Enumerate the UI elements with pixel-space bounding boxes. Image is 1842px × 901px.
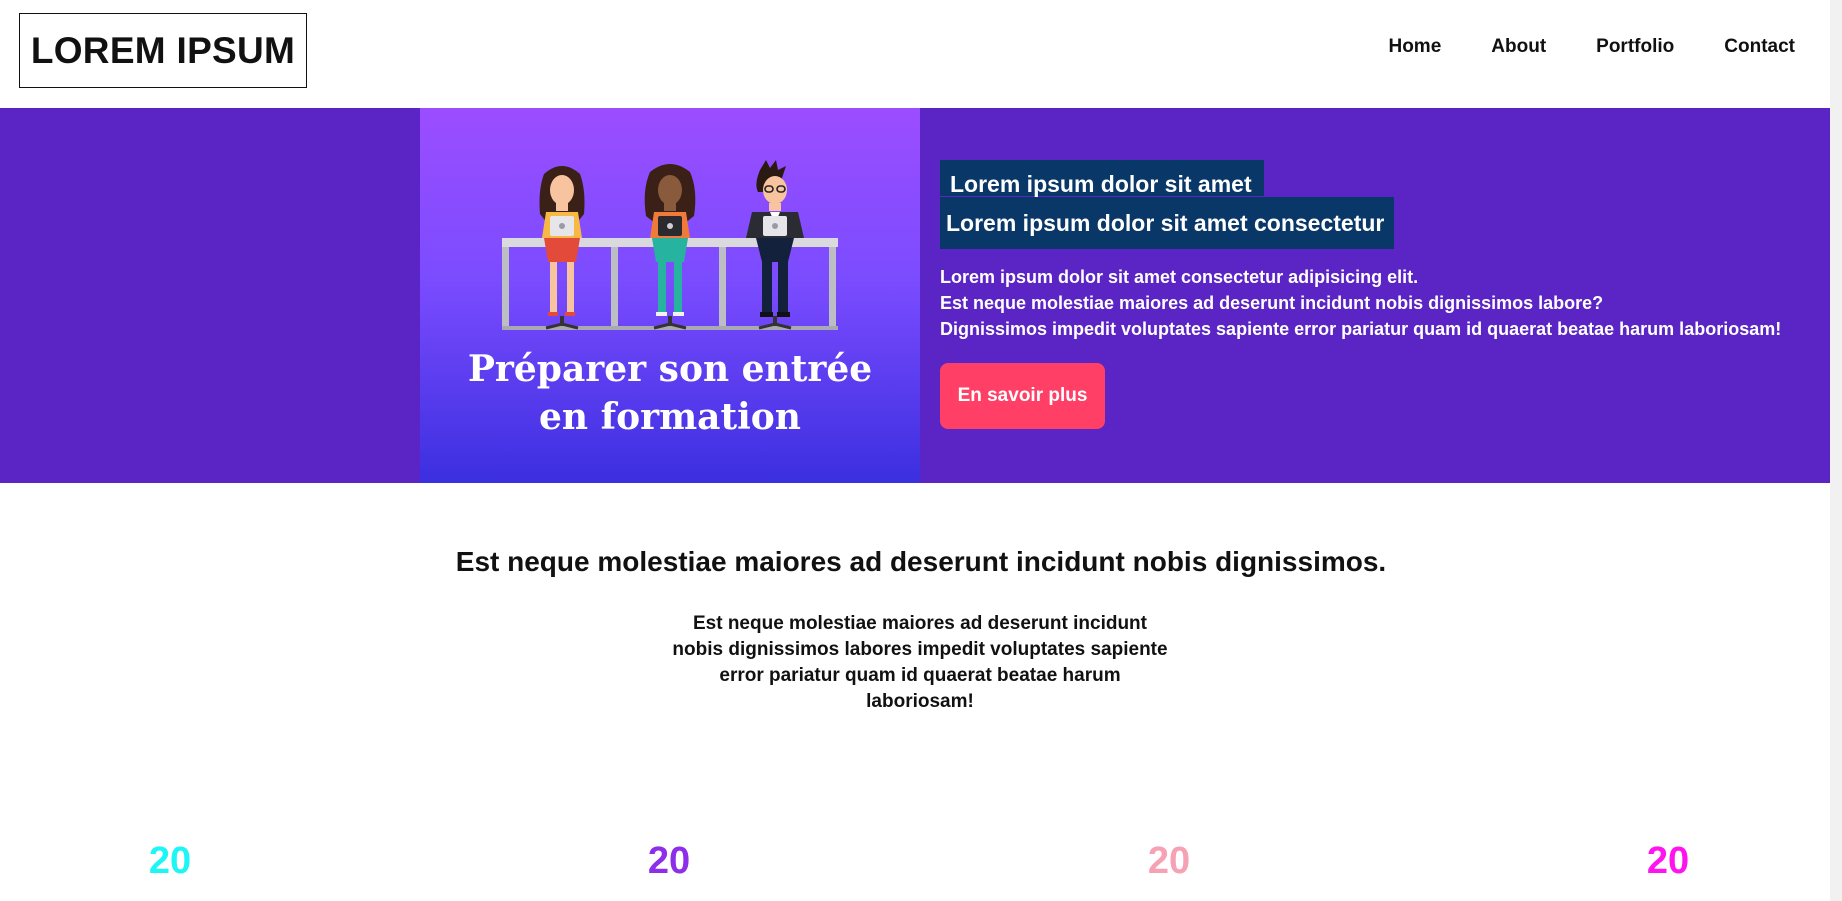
stat-value-2: 20 [647,840,691,882]
nav-link-portfolio[interactable]: Portfolio [1596,36,1674,58]
stats-row: 20 20 20 20 [0,840,1842,890]
section-text-line: nobis dignissimos labores impedit volupt… [672,639,1168,660]
hero-image-caption: Préparer son entrée en formation [420,345,920,441]
learn-more-button[interactable]: En savoir plus [940,363,1105,429]
stat-value-1: 20 [148,840,192,882]
stat-value-4: 20 [1646,840,1690,882]
hero-banner: Préparer son entrée en formation Lorem i… [0,108,1842,483]
main-nav: Home About Portfolio Contact [1388,36,1795,58]
hero-paragraph-line: Lorem ipsum dolor sit amet consectetur a… [940,267,1419,287]
section-text-line: laboriosam! [866,691,974,712]
section-text-line: error pariatur quam id quaerat beatae ha… [719,665,1121,686]
section-text: Est neque molestiae maiores ad deserunt … [660,611,1180,715]
hero-caption-line1: Préparer son entrée [467,348,873,390]
people-at-desk-illustration [502,160,838,330]
stat-value-3: 20 [1147,840,1191,882]
site-logo[interactable]: LOREM IPSUM [19,13,307,88]
hero-text-block: Lorem ipsum dolor sit amet Lorem ipsum d… [940,160,1840,429]
hero-paragraph: Lorem ipsum dolor sit amet consectetur a… [940,264,1840,342]
hero-paragraph-line: Est neque molestiae maiores ad deserunt … [940,293,1604,313]
hero-highlight-line2: Lorem ipsum dolor sit amet consectetur [940,197,1395,249]
nav-link-about[interactable]: About [1491,36,1546,58]
section-title: Est neque molestiae maiores ad deserunt … [455,546,1387,577]
hero-paragraph-line: Dignissimos impedit voluptates sapiente … [940,319,1782,339]
hero-highlight-line1: Lorem ipsum dolor sit amet [940,160,1264,196]
section-text-line: Est neque molestiae maiores ad deserunt … [692,613,1147,634]
hero-image: Préparer son entrée en formation [420,108,920,483]
nav-link-home[interactable]: Home [1388,36,1441,58]
nav-link-contact[interactable]: Contact [1724,36,1795,58]
site-header: LOREM IPSUM Home About Portfolio Contact [0,0,1842,108]
page-scrollbar[interactable] [1830,0,1842,901]
hero-caption-line2: en formation [539,396,801,438]
